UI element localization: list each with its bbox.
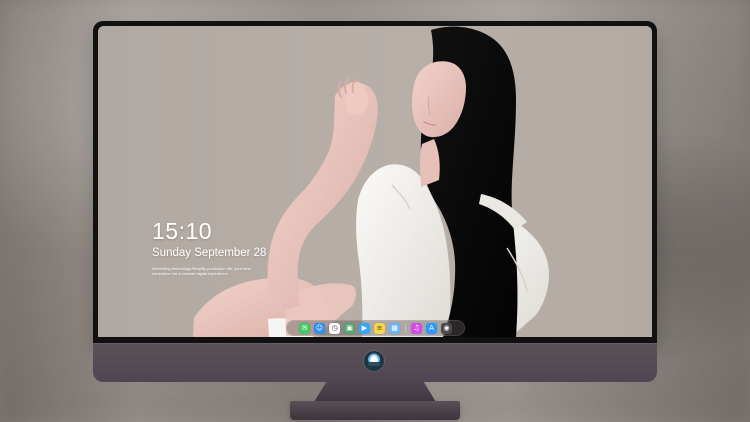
lock-screen-clock-panel: 15:10 Sunday September 28 Interesting te… [152, 219, 302, 276]
notes-icon[interactable]: ≡ [374, 322, 385, 334]
monitor-stand-neck [314, 382, 436, 402]
clock-icon[interactable]: ◷ [329, 322, 340, 334]
wallpaper-photo [98, 26, 652, 337]
lock-screen-note: Interesting technology.Simplify producti… [152, 266, 251, 276]
desktop-monitor: 15:10 Sunday September 28 Interesting te… [93, 21, 657, 421]
computer-logo-icon [364, 351, 384, 371]
wallpaper-illustration [98, 26, 652, 337]
lock-screen-time: 15:10 [152, 218, 213, 244]
lock-screen-date: Sunday September 28 [152, 247, 267, 259]
app-store-glyph: A [429, 323, 434, 332]
app-store-icon[interactable]: A [426, 322, 437, 334]
monitor-bezel: 15:10 Sunday September 28 Interesting te… [93, 21, 657, 343]
music-glyph: ♫ [413, 323, 420, 332]
messages-icon[interactable]: ✉ [299, 322, 310, 334]
messages-glyph: ✉ [301, 323, 308, 332]
video-glyph: ▶ [361, 323, 368, 332]
monitor-stand-base [290, 401, 460, 420]
music-icon[interactable]: ♫ [411, 322, 422, 334]
preview-glyph: ▣ [346, 323, 353, 332]
preview-icon[interactable]: ▣ [344, 322, 355, 334]
video-icon[interactable]: ▶ [359, 322, 370, 334]
camera-glyph: ◉ [443, 323, 450, 332]
photos-icon[interactable]: ▦ [389, 322, 400, 334]
photos-glyph: ▦ [391, 323, 398, 332]
clock-glyph: ◷ [331, 323, 338, 332]
camera-icon[interactable]: ◉ [441, 322, 452, 334]
finder-icon[interactable]: ☺ [314, 322, 325, 334]
notes-glyph: ≡ [376, 323, 383, 332]
monitor-chin [93, 343, 657, 382]
dock-separator [405, 323, 406, 333]
lock-screen-display: 15:10 Sunday September 28 Interesting te… [98, 26, 652, 337]
dock: ✉ ☺ ◷ ▣ ▶ ≡ ▦ ♫ A ◉ [286, 320, 465, 336]
finder-glyph: ☺ [315, 323, 324, 332]
